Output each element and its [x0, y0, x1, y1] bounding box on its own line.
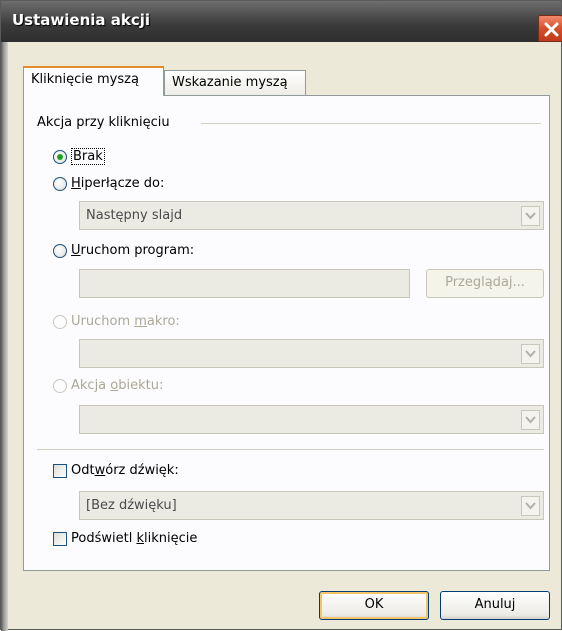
radio-run-program-button[interactable] — [53, 243, 67, 258]
chevron-down-icon — [525, 502, 536, 510]
highlight-click-checkbox[interactable]: Podświetl kliknięcie — [53, 531, 197, 546]
object-action-dropdown-button[interactable] — [521, 410, 540, 430]
sound-select-value: [Bez dźwięku] — [86, 498, 177, 513]
radio-run-program[interactable]: Uruchom program: — [53, 243, 194, 258]
radio-run-macro[interactable]: Uruchom makro: — [53, 314, 180, 329]
macro-select[interactable] — [79, 339, 544, 368]
radio-hyperlink[interactable]: Hiperłącze do: — [53, 176, 164, 191]
tab-mouse-click[interactable]: Kliknięcie myszą — [23, 66, 164, 96]
close-button[interactable] — [538, 15, 562, 42]
hyperlink-dropdown-button[interactable] — [521, 206, 540, 226]
highlight-click-label: Podświetl kliknięcie — [71, 531, 198, 546]
browse-button[interactable]: Przeglądaj... — [426, 269, 544, 298]
play-sound-checkbox[interactable]: Odtwórz dźwięk: — [53, 463, 179, 478]
hyperlink-select-value: Następny slajd — [86, 208, 183, 223]
radio-hyperlink-label: Hiperłącze do: — [71, 176, 165, 191]
close-icon — [544, 22, 559, 37]
object-action-select[interactable] — [79, 405, 544, 434]
section-divider — [37, 449, 544, 450]
group-label: Akcja przy kliknięciu — [37, 115, 174, 130]
radio-object-action-button[interactable] — [53, 378, 67, 393]
group-divider — [201, 123, 541, 124]
radio-run-macro-button[interactable] — [53, 314, 67, 329]
radio-none-label: Brak — [71, 148, 105, 165]
tab-mouse-over[interactable]: Wskazanie myszą — [164, 70, 306, 96]
radio-hyperlink-button[interactable] — [53, 176, 67, 191]
highlight-click-check[interactable] — [53, 531, 67, 546]
radio-none[interactable]: Brak — [53, 148, 105, 165]
hyperlink-select[interactable]: Następny slajd — [79, 201, 544, 230]
radio-object-action[interactable]: Akcja obiektu: — [53, 378, 163, 393]
sound-dropdown-button[interactable] — [521, 496, 540, 516]
window-border — [1, 42, 8, 631]
ok-button[interactable]: OK — [319, 591, 429, 620]
macro-dropdown-button[interactable] — [521, 344, 540, 364]
chevron-down-icon — [525, 350, 536, 358]
play-sound-label: Odtwórz dźwięk: — [71, 463, 179, 478]
radio-object-action-label: Akcja obiektu: — [71, 378, 164, 393]
radio-none-button[interactable] — [53, 149, 67, 164]
play-sound-check[interactable] — [53, 463, 67, 478]
window-title: Ustawienia akcji — [12, 11, 151, 29]
action-settings-dialog: Ustawienia akcji Kliknięcie myszą Wskaza… — [0, 0, 562, 631]
chevron-down-icon — [525, 212, 536, 220]
cancel-button[interactable]: Anuluj — [440, 591, 550, 620]
program-path-input[interactable] — [79, 269, 410, 298]
radio-run-macro-label: Uruchom makro: — [71, 314, 180, 329]
radio-run-program-label: Uruchom program: — [71, 243, 195, 258]
sound-select[interactable]: [Bez dźwięku] — [79, 491, 544, 520]
chevron-down-icon — [525, 416, 536, 424]
title-bar[interactable]: Ustawienia akcji — [1, 1, 562, 42]
